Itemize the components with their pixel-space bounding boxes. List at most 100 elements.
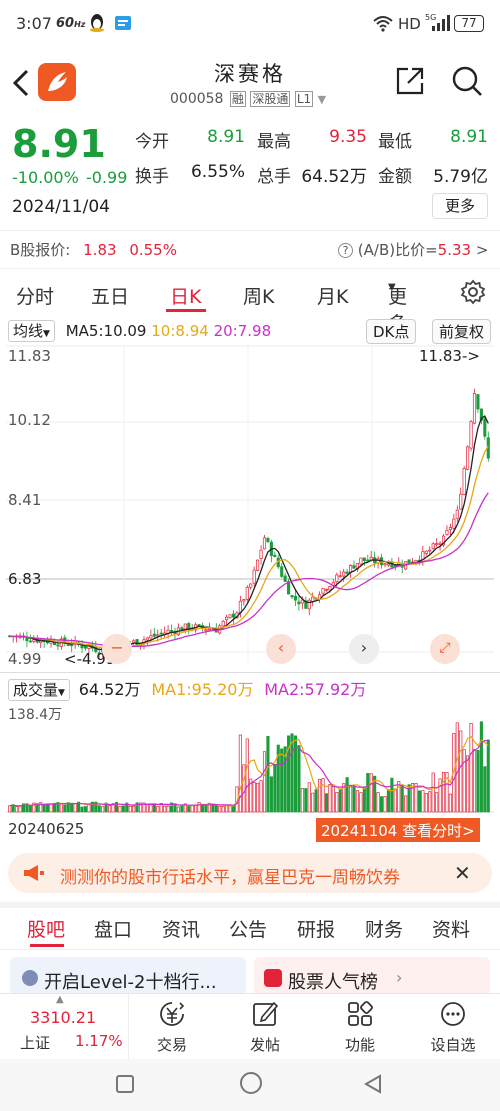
tab-minute[interactable]: 分时 [16, 282, 54, 309]
candle [25, 637, 29, 642]
chevron-right-icon: › [396, 968, 403, 987]
volume-bar [200, 803, 205, 813]
tag-sgt: 深股通 [250, 91, 291, 107]
ma-selector[interactable]: 均线▼ [8, 320, 55, 342]
candle [252, 569, 256, 584]
kline-chart[interactable] [0, 342, 500, 672]
tab-pankou[interactable]: 盘口 [94, 915, 132, 942]
candle [472, 393, 477, 424]
candle [324, 588, 329, 591]
volume-bar [63, 804, 67, 813]
candle [431, 543, 435, 550]
volume-bar [486, 739, 490, 813]
close-icon[interactable]: ✕ [454, 861, 471, 885]
candle [145, 637, 149, 641]
volume-bar [462, 749, 466, 813]
search-icon[interactable] [450, 64, 484, 102]
index-value[interactable]: 3310.21 [30, 1008, 96, 1027]
hot-text: 股票人气榜 [288, 972, 378, 993]
home-icon[interactable] [240, 1072, 262, 1094]
back-icon[interactable] [10, 68, 32, 102]
nav-trade[interactable]: 交易 [142, 998, 202, 1058]
candle [70, 644, 74, 647]
view-intraday-button[interactable]: 20241104 查看分时> [316, 818, 480, 842]
nav-function[interactable]: 功能 [330, 998, 390, 1058]
volume-bar [101, 806, 105, 813]
volume-bar [83, 806, 88, 813]
share-icon[interactable] [395, 66, 425, 100]
ab-ratio-row[interactable]: ? (A/B)比价=5.33 > [338, 239, 488, 260]
volume-bar [297, 745, 301, 813]
volume-bar [269, 776, 273, 813]
tab-daily-k[interactable]: 日K [170, 282, 201, 309]
candle [83, 645, 88, 649]
volume-bar [242, 764, 246, 813]
tab-finance[interactable]: 财务 [365, 915, 403, 942]
active-tab-indicator [166, 309, 206, 312]
tab-announcement[interactable]: 公告 [229, 915, 267, 942]
tab-news[interactable]: 资讯 [162, 915, 200, 942]
tab-weekly-k[interactable]: 周K [243, 282, 274, 309]
level2-card[interactable]: 开启Level-2十档行... [10, 957, 246, 997]
volume-bar [304, 788, 308, 813]
y-label-ref: 6.83 [8, 570, 42, 588]
tab-monthly-k[interactable]: 月K [317, 282, 348, 309]
candle [159, 632, 163, 635]
volume-bar [400, 784, 404, 813]
adjust-button[interactable]: 前复权 [432, 319, 492, 344]
chevron-up-icon[interactable]: ▲ [56, 994, 64, 1005]
tab-five-day[interactable]: 五日 [91, 282, 129, 309]
candle [307, 599, 311, 610]
tab-profile[interactable]: 资料 [432, 915, 470, 942]
scroll-left-icon[interactable]: ‹ [266, 634, 296, 664]
nav-add-watchlist[interactable]: 设自选 [420, 998, 486, 1058]
status-time: 3:07 [16, 14, 52, 33]
volume-bar [18, 806, 22, 813]
settings-icon[interactable] [460, 279, 486, 309]
index-pct[interactable]: 1.17% [75, 1032, 123, 1050]
turnover-label: 换手 [135, 167, 169, 187]
b-share-pct: 0.55% [129, 241, 177, 259]
candle [362, 557, 366, 562]
candle [156, 634, 160, 637]
max-marker: 11.83-> [419, 347, 480, 365]
back-nav-icon[interactable] [362, 1073, 384, 1099]
ma5-value: MA5:10.09 [65, 322, 147, 340]
promo-banner[interactable]: 测测你的股市行话水平，赢星巴克一周畅饮券 ✕ [8, 853, 492, 893]
tab-guba[interactable]: 股吧 [27, 915, 65, 942]
y-label-3: 8.41 [8, 491, 42, 509]
ma20-value: 20:7.98 [213, 322, 272, 340]
volume-selector[interactable]: 成交量▼ [8, 679, 70, 701]
more-quote-button[interactable]: 更多 [432, 193, 488, 219]
level2-text: 开启Level-2十档行... [44, 972, 217, 993]
candle [335, 574, 339, 582]
candle [221, 620, 225, 627]
hot-stock-card[interactable]: 股票人气榜 › [254, 957, 490, 997]
tab-research[interactable]: 研报 [297, 915, 335, 942]
high-value: 9.35 [329, 127, 367, 147]
volume-chart[interactable] [0, 700, 500, 816]
nav-post[interactable]: 发帖 [235, 998, 295, 1058]
scroll-right-icon[interactable]: › [349, 634, 379, 664]
vol-ma2: MA2:57.92万 [264, 680, 367, 699]
zoom-out-icon[interactable]: − [102, 634, 132, 664]
change-value: -0.99 [86, 168, 128, 187]
index-name[interactable]: 上证 [20, 1032, 50, 1053]
volume-bar [441, 771, 446, 813]
fullscreen-icon[interactable]: ⤢ [430, 634, 460, 664]
dk-point-button[interactable]: DK点 [366, 319, 417, 344]
volume-bar [459, 730, 463, 813]
candle [169, 630, 174, 632]
candle [28, 640, 32, 643]
app-notify-icon [114, 15, 132, 35]
dropdown-icon[interactable]: ▼ [318, 93, 326, 106]
volume-bar [262, 751, 267, 813]
b-share-row[interactable]: B股报价: 1.83 0.55% [10, 239, 177, 260]
yuan-icon [160, 1002, 185, 1026]
candle [435, 543, 439, 545]
volume-bar [128, 805, 132, 813]
volume-bar [314, 789, 318, 813]
candle [483, 418, 487, 437]
recent-apps-icon[interactable] [116, 1075, 134, 1093]
help-icon[interactable]: ? [338, 243, 353, 258]
